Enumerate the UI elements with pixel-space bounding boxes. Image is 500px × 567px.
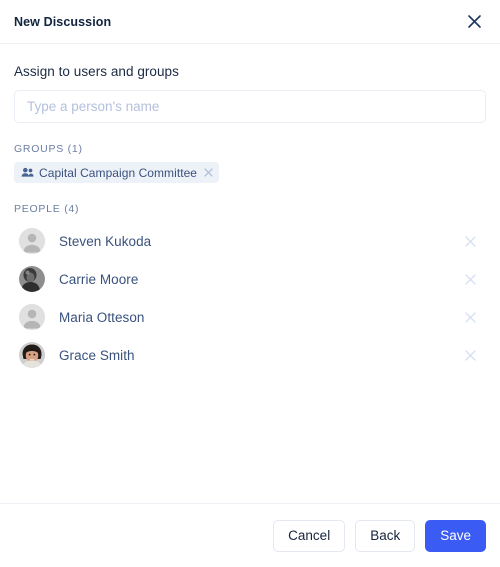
dialog-body: Assign to users and groups GROUPS (1) Ca…	[0, 44, 500, 503]
page-title: New Discussion	[14, 14, 112, 29]
people-group-icon	[21, 167, 34, 178]
close-icon[interactable]	[463, 11, 485, 33]
person-remove-icon[interactable]	[462, 233, 478, 249]
person-remove-icon[interactable]	[462, 271, 478, 287]
person-remove-icon[interactable]	[462, 309, 478, 325]
list-item: Maria Otteson	[14, 298, 486, 336]
cancel-button[interactable]: Cancel	[273, 519, 346, 552]
person-name[interactable]: Maria Otteson	[59, 310, 462, 325]
groups-section-header: GROUPS (1)	[14, 143, 83, 155]
list-item: Steven Kukoda	[14, 222, 486, 260]
people-list: Steven Kukoda Carrie Moore Maria Otteson…	[14, 222, 486, 374]
group-chip-remove-icon[interactable]	[204, 168, 213, 177]
new-discussion-dialog: New Discussion Assign to users and group…	[0, 0, 500, 567]
avatar	[19, 304, 45, 330]
person-name[interactable]: Steven Kukoda	[59, 234, 462, 249]
avatar	[19, 266, 45, 292]
assign-field-label: Assign to users and groups	[14, 64, 179, 79]
person-name[interactable]: Carrie Moore	[59, 272, 462, 287]
person-name-input[interactable]	[14, 90, 486, 123]
avatar	[19, 342, 45, 368]
group-chip[interactable]: Capital Campaign Committee	[14, 162, 220, 183]
dialog-header: New Discussion	[0, 0, 500, 44]
person-remove-icon[interactable]	[462, 347, 478, 363]
list-item: Grace Smith	[14, 336, 486, 374]
save-button[interactable]: Save	[425, 519, 486, 552]
avatar	[19, 228, 45, 254]
dialog-footer: Cancel Back Save	[0, 503, 500, 567]
list-item: Carrie Moore	[14, 260, 486, 298]
group-chip-label: Capital Campaign Committee	[39, 165, 198, 180]
people-section-header: PEOPLE (4)	[14, 203, 80, 215]
back-button[interactable]: Back	[355, 519, 416, 552]
person-name[interactable]: Grace Smith	[59, 348, 462, 363]
groups-chip-list: Capital Campaign Committee	[14, 162, 486, 183]
